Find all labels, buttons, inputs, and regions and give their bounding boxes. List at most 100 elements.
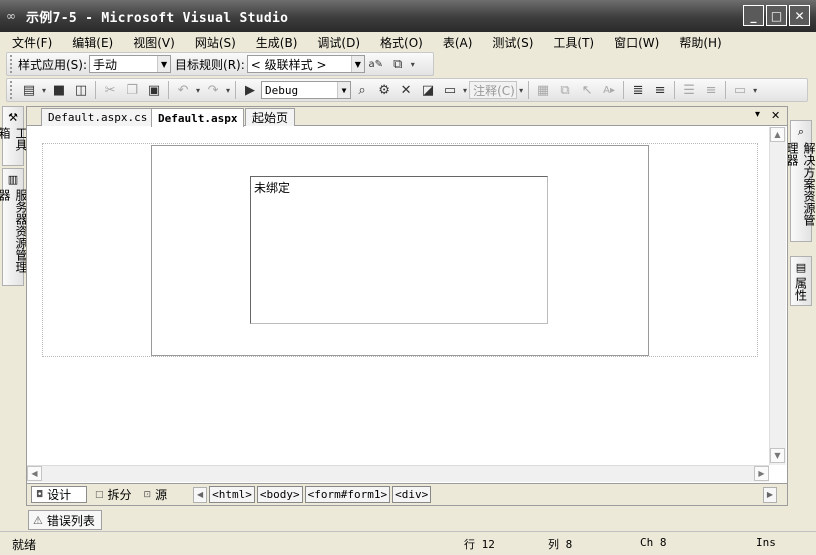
new-project-icon[interactable]: ▤ <box>19 80 39 100</box>
menu-test[interactable]: 测试(S) <box>492 34 533 51</box>
font-size-icon[interactable]: A▸ <box>599 80 619 100</box>
save-icon[interactable]: ■ <box>49 80 69 100</box>
redo-icon[interactable]: ↷ <box>203 80 223 100</box>
command-window-icon[interactable]: ▭ <box>440 80 460 100</box>
design-surface[interactable]: 未绑定 <box>27 127 769 465</box>
style-application-toolbar: 样式应用(S): 手动 ▼ 目标规则(R): < 级联样式 > ▼ a✎ ⧉ ▾ <box>6 52 434 76</box>
copy-icon[interactable]: ❐ <box>122 80 142 100</box>
indent-icon[interactable]: ☰ <box>679 80 699 100</box>
server-explorer-tab[interactable]: ▥ 服务器资源管理器 <box>0 168 28 286</box>
outdent-icon[interactable]: ≡ <box>701 80 721 100</box>
standard-toolbar: ▤ ▾ ■ ◫ ✂ ❐ ▣ ↶ ▾ ↷ ▾ ▶ Debug ▼ ⌕ ⚙ ✕ ◪ … <box>6 78 808 102</box>
properties-tab[interactable]: ▤ 属性 <box>790 256 812 306</box>
start-debugging-icon[interactable]: ▶ <box>240 80 260 100</box>
title-bar: ∞ 示例7-5 - Microsoft Visual Studio _ □ ✕ <box>0 0 816 32</box>
target-rule-label: 目标规则(R): <box>175 57 245 72</box>
menu-view[interactable]: 视图(V) <box>133 34 175 51</box>
window-controls: _ □ ✕ <box>743 5 810 26</box>
tools-icon[interactable]: ✕ <box>396 80 416 100</box>
undo-icon[interactable]: ↶ <box>173 80 193 100</box>
toolbar-grip[interactable] <box>10 55 14 73</box>
tab-start-page[interactable]: 起始页 <box>245 108 296 126</box>
chevron-down-icon[interactable]: ▼ <box>157 56 171 72</box>
toolbox-tab[interactable]: ⚒ 工具箱 <box>0 106 28 166</box>
chevron-down-icon[interactable]: ▾ <box>196 86 200 95</box>
menu-edit[interactable]: 编辑(E) <box>72 34 113 51</box>
properties-window-icon[interactable]: ◪ <box>418 80 438 100</box>
breadcrumb-forward-button[interactable]: ▶ <box>763 486 777 503</box>
vertical-scrollbar[interactable]: ▲ ▼ <box>769 127 786 465</box>
menu-build[interactable]: 生成(B) <box>256 34 298 51</box>
chevron-down-icon[interactable]: ▾ <box>42 86 46 95</box>
active-files-dropdown[interactable]: ▾ <box>755 109 760 120</box>
toolbar-options-icon[interactable]: ▾ <box>753 86 757 95</box>
menu-format[interactable]: 格式(O) <box>380 34 423 51</box>
window-title: 示例7-5 - Microsoft Visual Studio <box>26 10 289 26</box>
close-button[interactable]: ✕ <box>789 5 810 26</box>
toolbar-grip[interactable] <box>10 81 14 99</box>
paste-icon[interactable]: ▣ <box>144 80 164 100</box>
comment-combo[interactable]: 注释(C) <box>469 81 518 99</box>
save-all-icon[interactable]: ◫ <box>71 80 91 100</box>
tab-label: Default.aspx <box>158 111 238 125</box>
status-ready: 就绪 <box>12 538 37 552</box>
target-rule-combo[interactable]: < 级联样式 > ▼ <box>246 55 365 73</box>
style-apply-combo[interactable]: 手动 ▼ <box>89 55 172 73</box>
web-site-administration-icon[interactable]: ⚙ <box>374 80 394 100</box>
new-style-icon[interactable]: a✎ <box>366 54 386 74</box>
scroll-up-button[interactable]: ▲ <box>770 127 785 142</box>
close-document-button[interactable]: ✕ <box>771 109 780 122</box>
tab-default-aspx[interactable]: Default.aspx <box>151 108 245 127</box>
breadcrumb-html[interactable]: <html> <box>209 486 255 503</box>
horizontal-scrollbar[interactable]: ◀ ▶ <box>27 465 769 482</box>
format-painter-icon[interactable]: ▦ <box>533 80 553 100</box>
maximize-button[interactable]: □ <box>766 5 787 26</box>
solution-configuration-combo[interactable]: Debug ▼ <box>261 81 352 99</box>
minimize-button[interactable]: _ <box>743 5 764 26</box>
breadcrumb-back-button[interactable]: ◀ <box>193 486 208 503</box>
source-view-button[interactable]: ⊡ 源 <box>140 486 172 503</box>
find-in-files-icon[interactable]: ⌕ <box>352 80 372 100</box>
toolbar-separator <box>528 81 530 99</box>
chevron-down-icon[interactable]: ▾ <box>226 86 230 95</box>
chevron-down-icon[interactable]: ▾ <box>463 86 467 95</box>
menu-website[interactable]: 网站(S) <box>195 34 236 51</box>
apply-style-icon[interactable]: ⧉ <box>555 80 575 100</box>
menu-tools[interactable]: 工具(T) <box>553 34 594 51</box>
border-box-icon[interactable]: ▭ <box>730 80 750 100</box>
toolbar-options-icon[interactable]: ▾ <box>519 86 523 95</box>
error-list-icon: ⚠ <box>33 513 43 527</box>
breadcrumb-div[interactable]: <div> <box>392 486 432 503</box>
error-list-tab[interactable]: ⚠ 错误列表 <box>28 510 102 530</box>
align-right-icon[interactable]: ≡ <box>650 80 670 100</box>
design-view-label: 设计 <box>47 488 72 502</box>
menu-debug[interactable]: 调试(D) <box>317 34 360 51</box>
split-view-button[interactable]: □ 拆分 <box>91 486 136 503</box>
align-left-icon[interactable]: ≣ <box>628 80 648 100</box>
status-char: Ch 8 <box>640 536 667 549</box>
form-outline[interactable]: 未绑定 <box>151 145 649 356</box>
select-pointer-icon[interactable]: ↖ <box>577 80 597 100</box>
source-view-label: 源 <box>155 488 168 502</box>
breadcrumb-form[interactable]: <form#form1> <box>304 486 391 503</box>
breadcrumb-body[interactable]: <body> <box>256 486 303 503</box>
gridview-control[interactable]: 未绑定 <box>250 176 548 324</box>
design-view-button[interactable]: ◘ 设计 <box>31 486 87 503</box>
scroll-left-button[interactable]: ◀ <box>27 466 42 481</box>
toolbar-separator <box>623 81 625 99</box>
style-layers-icon[interactable]: ⧉ <box>388 54 408 74</box>
menu-window[interactable]: 窗口(W) <box>614 34 659 51</box>
target-rule-value: < 级联样式 > <box>250 57 327 72</box>
scroll-down-button[interactable]: ▼ <box>770 448 785 463</box>
chevron-down-icon[interactable]: ▼ <box>337 82 351 98</box>
cut-icon[interactable]: ✂ <box>100 80 120 100</box>
menu-file[interactable]: 文件(F) <box>12 34 52 51</box>
menu-table[interactable]: 表(A) <box>443 34 473 51</box>
scroll-right-button[interactable]: ▶ <box>754 466 769 481</box>
toolbar-options-icon[interactable]: ▾ <box>411 60 415 69</box>
tab-default-aspx-cs[interactable]: Default.aspx.cs <box>41 108 155 126</box>
solution-explorer-tab[interactable]: ⌕ 解决方案资源管理器 <box>785 120 816 242</box>
menu-help[interactable]: 帮助(H) <box>679 34 721 51</box>
chevron-down-icon[interactable]: ▼ <box>350 56 364 72</box>
status-column: 列 8 <box>548 538 573 551</box>
